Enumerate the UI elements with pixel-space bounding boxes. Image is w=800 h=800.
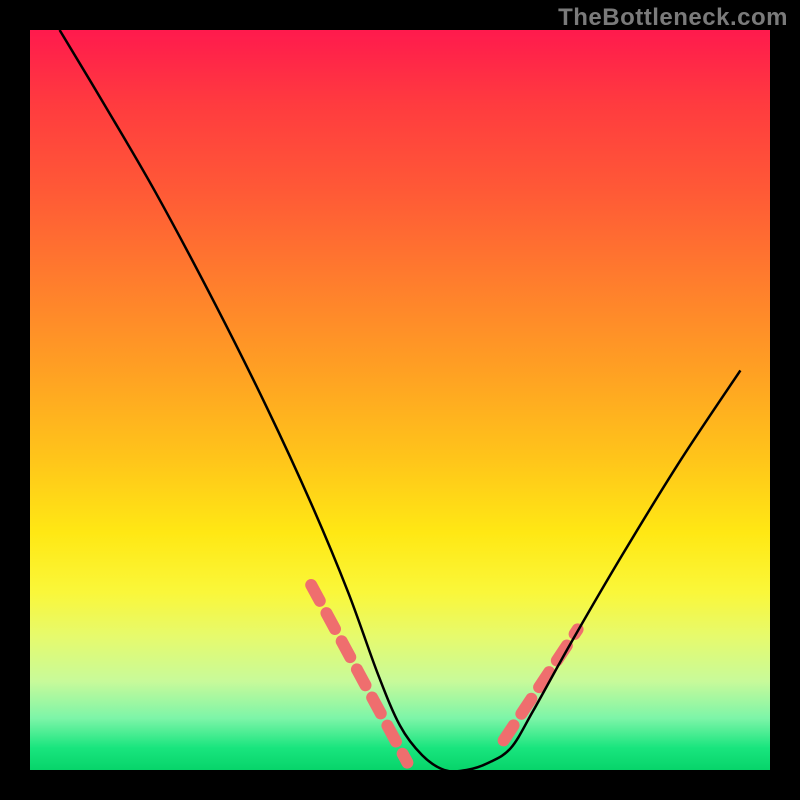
chart-frame: TheBottleneck.com <box>0 0 800 800</box>
bottleneck-curve-path <box>60 30 741 771</box>
curve-svg <box>30 30 770 770</box>
watermark-text: TheBottleneck.com <box>558 4 788 32</box>
highlight-segment <box>504 629 578 740</box>
highlight-segment <box>311 585 407 763</box>
highlight-group <box>311 585 577 763</box>
plot-area <box>30 30 770 770</box>
